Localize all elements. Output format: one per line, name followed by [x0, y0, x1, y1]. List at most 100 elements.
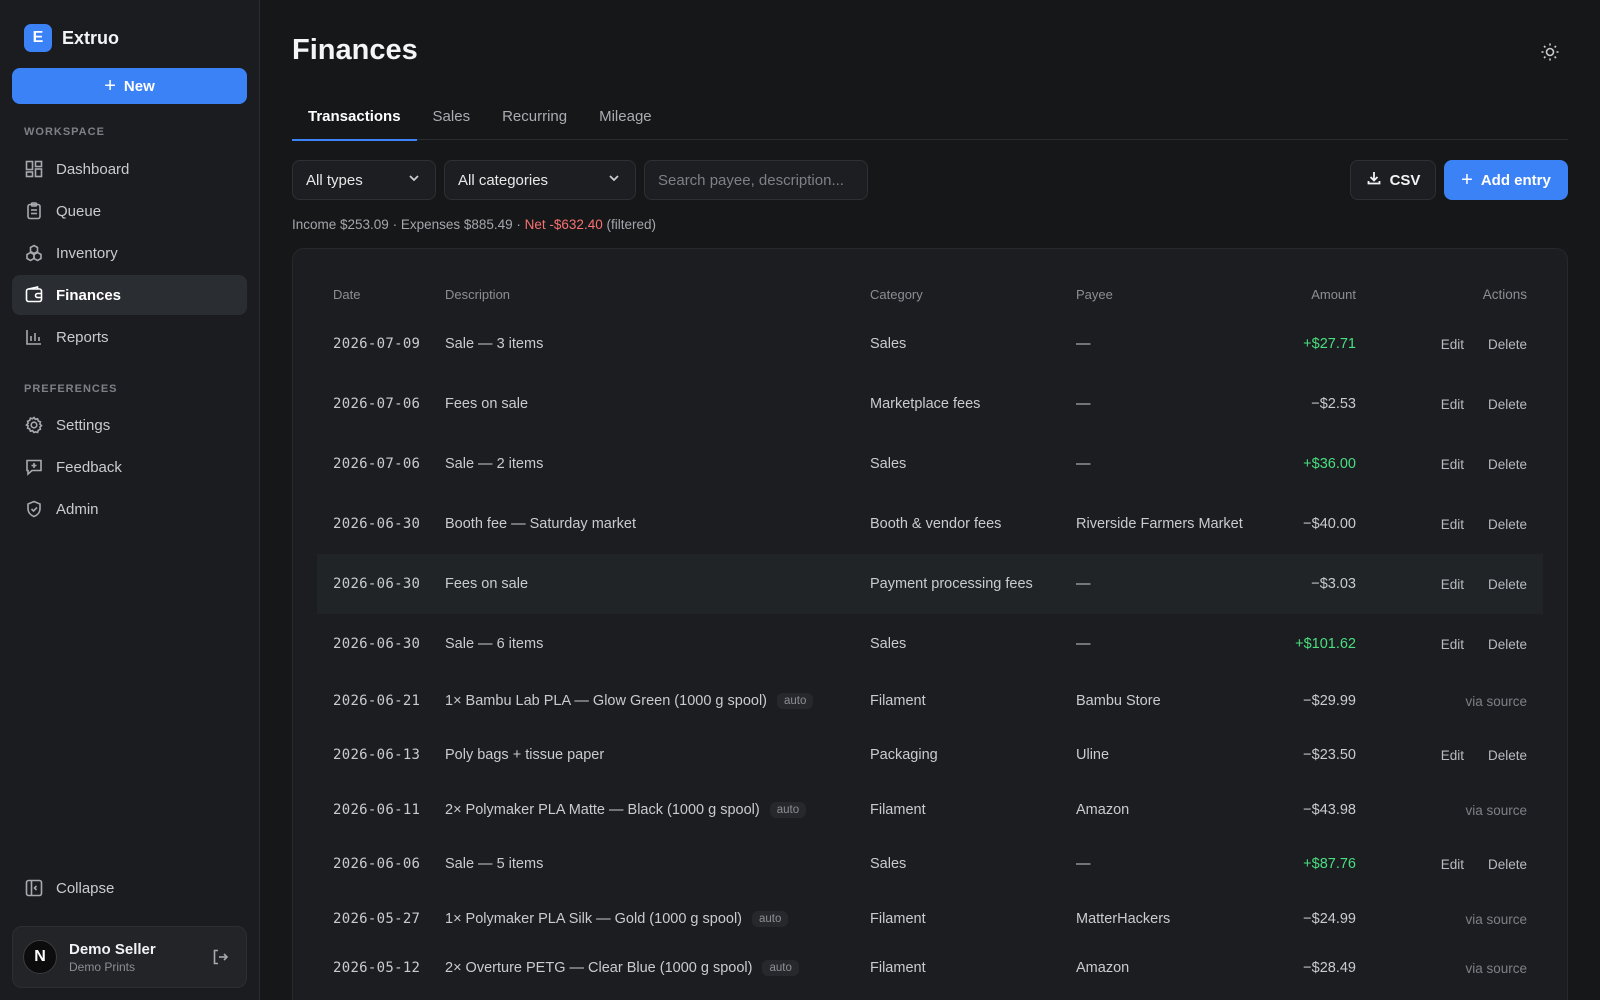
table-row[interactable]: 2026-07-06 Fees on sale Marketplace fees — −… [317, 374, 1543, 434]
totals-summary: Income $253.09 · Expenses $885.49 · Net … [292, 217, 656, 232]
description-text: 1× Polymaker PLA Silk — Gold (1000 g spo… [445, 911, 742, 927]
table-row[interactable]: 2026-06-06 Sale — 5 items Sales — +$87.76 Edi… [317, 834, 1543, 894]
delete-button[interactable]: Delete [1488, 637, 1527, 652]
edit-button[interactable]: Edit [1441, 397, 1464, 412]
description-text: Fees on sale [445, 396, 529, 412]
tab-sales[interactable]: Sales [417, 100, 487, 140]
cell-payee: MatterHackers [1076, 911, 1171, 927]
delete-button[interactable]: Delete [1488, 397, 1527, 412]
cell-date: 2026-06-11 [333, 802, 421, 818]
type-select[interactable]: All types [292, 160, 436, 200]
via-source-link[interactable]: via source [1465, 803, 1527, 818]
boxes-icon [24, 243, 44, 263]
edit-button[interactable]: Edit [1441, 517, 1464, 532]
delete-button[interactable]: Delete [1488, 748, 1527, 763]
bar-chart-icon [24, 327, 44, 347]
cell-actions: Edit Delete [1356, 637, 1543, 652]
sidebar-item-finances[interactable]: Finances [12, 275, 247, 315]
edit-button[interactable]: Edit [1441, 748, 1464, 763]
cell-date: 2026-06-13 [333, 747, 421, 763]
brand[interactable]: E Extruo [24, 24, 119, 52]
table-row[interactable]: 2026-06-13 Poly bags + tissue paper Packag… [317, 725, 1543, 785]
new-button-label: New [123, 77, 155, 95]
user-card[interactable]: N Demo Seller Demo Prints [12, 926, 247, 988]
wallet-icon [24, 285, 44, 305]
cell-payee: Amazon [1076, 802, 1130, 818]
logout-icon[interactable] [210, 947, 230, 972]
description-text: 2× Polymaker PLA Matte — Black (1000 g s… [445, 802, 760, 818]
preferences-section-label: PREFERENCES [24, 383, 118, 395]
sidebar-item-admin[interactable]: Admin [12, 489, 247, 529]
cell-category: Filament [870, 802, 926, 818]
via-source-link[interactable]: via source [1465, 694, 1527, 709]
tab-bar: Transactions Sales Recurring Mileage [292, 100, 1568, 141]
summary-totals: Income $253.09 · Expenses $885.49 · [292, 217, 525, 232]
tab-recurring[interactable]: Recurring [486, 100, 583, 140]
auto-badge: auto [762, 960, 799, 976]
edit-button[interactable]: Edit [1441, 337, 1464, 352]
sidebar-item-dashboard[interactable]: Dashboard [12, 149, 247, 189]
via-source-link[interactable]: via source [1465, 961, 1527, 976]
header-actions: Actions [1482, 286, 1527, 302]
description-text: Poly bags + tissue paper [445, 747, 605, 763]
header-date[interactable]: Date [317, 287, 445, 302]
table-row[interactable]: 2026-05-12 2× Overture PETG — Clear Blue … [317, 938, 1543, 998]
cell-date: 2026-07-09 [333, 336, 421, 352]
delete-button[interactable]: Delete [1488, 577, 1527, 592]
edit-button[interactable]: Edit [1441, 857, 1464, 872]
search-input[interactable] [644, 160, 868, 200]
new-button[interactable]: + New [12, 68, 247, 104]
sidebar-item-feedback[interactable]: Feedback [12, 447, 247, 487]
table-header: Date Description Category Payee Amount A… [317, 279, 1543, 309]
type-select-value: All types [306, 171, 363, 189]
cell-payee: Uline [1076, 747, 1110, 763]
cell-description: Booth fee — Saturday market [445, 516, 870, 532]
cell-amount: −$29.99 [1303, 693, 1356, 709]
header-category[interactable]: Category [870, 287, 1076, 302]
cell-actions: Edit Delete [1356, 577, 1543, 592]
edit-button[interactable]: Edit [1441, 637, 1464, 652]
table-row[interactable]: 2026-07-06 Sale — 2 items Sales — +$36.00 Edi… [317, 434, 1543, 494]
sidebar-item-settings[interactable]: Settings [12, 405, 247, 445]
delete-button[interactable]: Delete [1488, 517, 1527, 532]
add-entry-button[interactable]: + Add entry [1444, 160, 1568, 200]
download-icon [1366, 170, 1382, 190]
category-select[interactable]: All categories [444, 160, 636, 200]
sidebar-item-inventory[interactable]: Inventory [12, 233, 247, 273]
cell-payee: Bambu Store [1076, 693, 1161, 709]
table-row[interactable]: 2026-06-30 Booth fee — Saturday market Boo… [317, 494, 1543, 554]
cell-payee: — [1076, 456, 1091, 472]
auto-badge: auto [769, 802, 807, 818]
header-amount[interactable]: Amount [1276, 287, 1356, 302]
csv-button-label: CSV [1389, 171, 1421, 189]
cell-amount: −$28.49 [1303, 960, 1356, 976]
cell-actions: Edit Delete [1356, 857, 1543, 872]
user-info: Demo Seller Demo Prints [69, 941, 156, 974]
delete-button[interactable]: Delete [1488, 857, 1527, 872]
tab-transactions[interactable]: Transactions [292, 100, 417, 141]
header-payee[interactable]: Payee [1076, 287, 1276, 302]
sidebar-item-queue[interactable]: Queue [12, 191, 247, 231]
collapse-button[interactable]: Collapse [12, 868, 247, 908]
delete-button[interactable]: Delete [1488, 337, 1527, 352]
tab-mileage[interactable]: Mileage [583, 100, 668, 140]
table-row[interactable]: 2026-06-30 Sale — 6 items Sales — +$101.62 Ed… [317, 614, 1543, 674]
table-row[interactable]: 2026-06-11 2× Polymaker PLA Matte — Black… [317, 780, 1543, 840]
table-row[interactable]: 2026-07-09 Sale — 3 items Sales — +$27.71 Edi… [317, 314, 1543, 374]
table-row[interactable]: 2026-06-21 1× Bambu Lab PLA — Glow Green … [317, 671, 1543, 731]
sun-icon[interactable] [1540, 42, 1560, 67]
cell-description: Poly bags + tissue paper [445, 747, 870, 763]
cell-actions: Edit Delete [1356, 337, 1543, 352]
csv-export-button[interactable]: CSV [1350, 160, 1436, 200]
cell-category: Sales [870, 336, 907, 352]
edit-button[interactable]: Edit [1441, 457, 1464, 472]
delete-button[interactable]: Delete [1488, 457, 1527, 472]
sidebar-item-reports[interactable]: Reports [12, 317, 247, 357]
cell-amount: −$2.53 [1311, 396, 1356, 412]
cell-date: 2026-06-06 [333, 856, 421, 872]
cell-payee: — [1076, 856, 1091, 872]
header-description[interactable]: Description [445, 287, 870, 302]
table-row[interactable]: 2026-06-30 Fees on sale Payment processing… [317, 554, 1543, 614]
via-source-link[interactable]: via source [1465, 912, 1527, 927]
edit-button[interactable]: Edit [1441, 577, 1464, 592]
